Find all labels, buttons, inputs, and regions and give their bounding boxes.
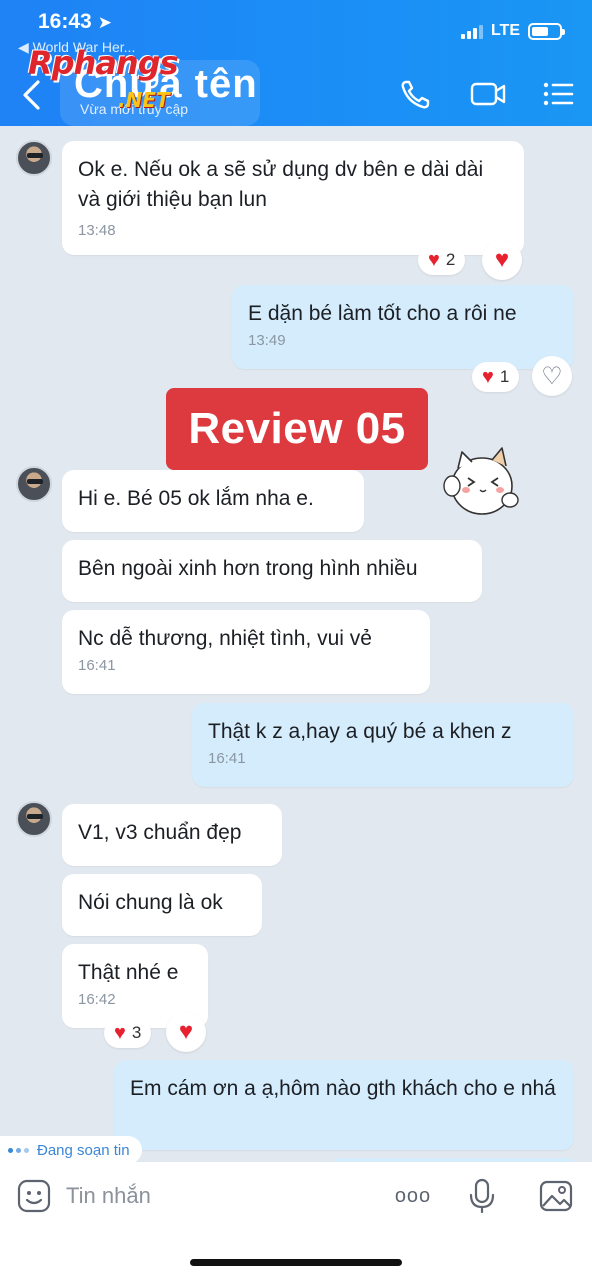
image-gallery-icon[interactable] (538, 1178, 574, 1214)
react-heart-button[interactable]: ♥ (166, 1012, 206, 1052)
microphone-icon[interactable] (464, 1178, 500, 1214)
message-input[interactable] (66, 1178, 366, 1214)
battery-icon (528, 22, 565, 40)
message-bubble-outgoing[interactable]: Em cám ơn a ạ,hôm nào gth khách cho e nh… (114, 1060, 574, 1150)
message-bubble-incoming[interactable]: Bên ngoài xinh hơn trong hình nhiều (62, 540, 482, 602)
more-options-icon[interactable]: ooo (392, 1178, 434, 1214)
menu-list-icon[interactable] (542, 78, 574, 110)
message-bubble-outgoing[interactable]: Thật k z a,hay a quý bé a khen z 16:41 (192, 703, 574, 787)
message-time: 16:41 (208, 750, 246, 767)
message-text: Thật k z a,hay a quý bé a khen z (208, 720, 512, 743)
reaction-count: 2 (445, 250, 456, 269)
message-text: Ok e. Nếu ok a sẽ sử dụng dv bên e dài d… (78, 158, 484, 211)
video-call-icon[interactable] (470, 78, 506, 110)
message-text: V1, v3 chuẩn đẹp (78, 821, 242, 844)
react-heart-button[interactable]: ♥ (482, 240, 522, 280)
reaction-count: 1 (499, 367, 510, 386)
message-time: 13:49 (248, 332, 286, 349)
message-bubble-incoming[interactable]: Ok e. Nếu ok a sẽ sử dụng dv bên e dài d… (62, 141, 524, 255)
watermark-logo: Rphangs (28, 44, 179, 82)
reaction-summary[interactable]: ♥ 2 (418, 245, 466, 275)
reaction-summary[interactable]: ♥ 1 (472, 362, 520, 392)
message-text: E dặn bé làm tốt cho a rôi ne (248, 302, 517, 325)
chat-header: 16:43 ➤ ◀ World War Her... LTE Chưa tên V… (0, 0, 592, 126)
status-indicators: LTE (460, 22, 565, 40)
message-text: Thật nhé e (78, 961, 179, 984)
home-indicator[interactable] (190, 1259, 402, 1266)
heart-outline-icon: ♡ (541, 362, 563, 390)
back-arrow-icon[interactable] (18, 78, 46, 112)
message-bubble-incoming[interactable]: Hi e. Bé 05 ok lắm nha e. (62, 470, 364, 532)
message-time: 16:41 (78, 657, 116, 674)
cat-sticker-icon (436, 428, 526, 520)
phone-icon[interactable] (398, 78, 434, 110)
reaction-summary[interactable]: ♥ 3 (104, 1018, 152, 1048)
review-banner: Review 05 (166, 388, 428, 470)
watermark-logo-sub: .NET (118, 88, 170, 112)
message-text: Hi e. Bé 05 ok lắm nha e. (78, 487, 314, 510)
message-text: Nc dễ thương, nhiệt tình, vui vẻ (78, 627, 372, 650)
heart-icon: ♥ (178, 1018, 194, 1045)
message-text: Em cám ơn a ạ,hôm nào gth khách cho e nh… (130, 1077, 556, 1100)
typing-text: Đang soạn tin (37, 1141, 130, 1159)
message-text: Nói chung là ok (78, 891, 223, 914)
status-time: 16:43 ➤ (38, 10, 112, 34)
message-bubble-incoming[interactable]: V1, v3 chuẩn đẹp (62, 804, 282, 866)
avatar[interactable] (16, 466, 52, 502)
heart-icon: ♥ (494, 246, 510, 273)
emoji-icon[interactable] (16, 1178, 52, 1214)
avatar[interactable] (16, 801, 52, 837)
message-text: Bên ngoài xinh hơn trong hình nhiều (78, 557, 418, 580)
message-time: 16:42 (78, 991, 116, 1008)
message-bubble-incoming[interactable]: Nói chung là ok (62, 874, 262, 936)
react-heart-outline-button[interactable]: ♡ (532, 356, 572, 396)
message-bubble-outgoing[interactable]: E dặn bé làm tốt cho a rôi ne 13:49 (232, 285, 574, 369)
heart-icon: ♥ (114, 1022, 126, 1044)
typing-dots-icon (8, 1147, 29, 1153)
status-time-text: 16:43 (38, 10, 92, 33)
typing-indicator: Đang soạn tin (0, 1136, 142, 1164)
location-arrow-icon: ➤ (97, 13, 112, 32)
avatar[interactable] (16, 140, 52, 176)
heart-icon: ♥ (482, 366, 494, 388)
message-bubble-incoming[interactable]: Nc dễ thương, nhiệt tình, vui vẻ 16:41 (62, 610, 430, 694)
reaction-count: 3 (131, 1023, 142, 1042)
message-time: 13:48 (78, 222, 116, 239)
signal-icon (460, 23, 483, 39)
heart-icon: ♥ (428, 249, 440, 271)
network-label: LTE (490, 22, 520, 39)
